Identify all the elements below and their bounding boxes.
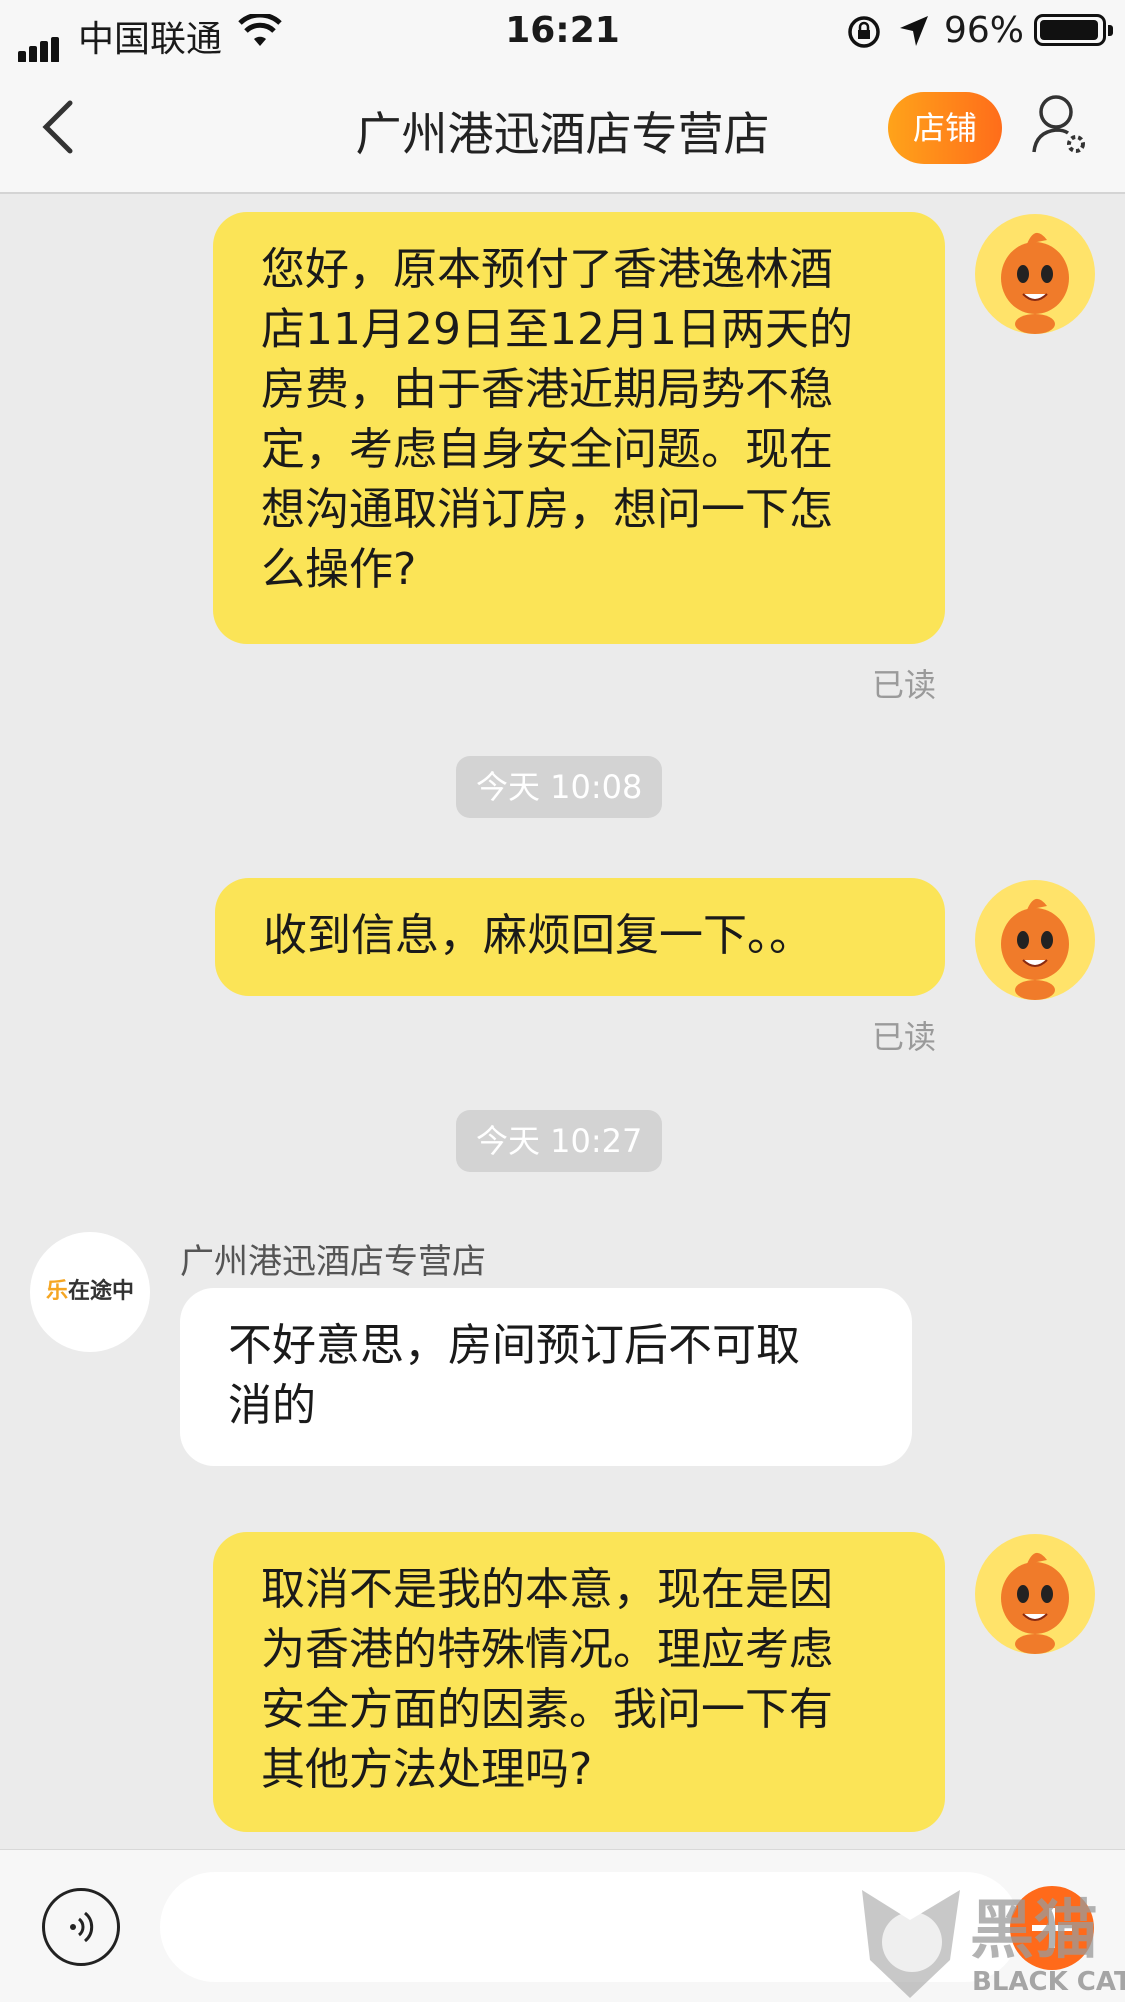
black-cat-watermark: 黑猫 BLACK CAT <box>862 1890 1125 1998</box>
timestamp-badge: 今天 10:08 <box>456 756 663 818</box>
read-status: 已读 <box>872 666 937 704</box>
mascot-icon <box>1001 1552 1069 1654</box>
nav-bar: 广州港迅酒店专营店 店铺 <box>0 62 1125 194</box>
mascot-icon <box>1001 232 1069 334</box>
battery-icon <box>1034 14 1113 46</box>
voice-wave-icon <box>70 1911 94 1943</box>
read-status: 已读 <box>872 1018 937 1056</box>
watermark-text: 黑猫 <box>970 1894 1098 1968</box>
battery-percent: 96% <box>944 10 1025 51</box>
shop-avatar[interactable]: 乐在途中 <box>30 1232 150 1352</box>
shop-button[interactable]: 店铺 <box>888 92 1002 164</box>
location-arrow-icon <box>900 16 928 46</box>
user-avatar[interactable] <box>975 1534 1095 1654</box>
user-settings-icon[interactable] <box>1030 92 1090 158</box>
message-bubble-outgoing[interactable]: 取消不是我的本意，现在是因 为香港的特殊情况。理应考虑 安全方面的因素。我问一下… <box>213 1532 945 1832</box>
voice-input-button[interactable] <box>42 1888 120 1966</box>
message-bubble-incoming[interactable]: 不好意思，房间预订后不可取 消的 <box>180 1288 912 1466</box>
chat-area[interactable]: 您好，原本预付了香港逸林酒 店11月29日至12月1日两天的 房费，由于香港近期… <box>0 194 1125 1849</box>
user-avatar[interactable] <box>975 880 1095 1000</box>
mascot-icon <box>1001 898 1069 1000</box>
message-bubble-outgoing[interactable]: 您好，原本预付了香港逸林酒 店11月29日至12月1日两天的 房费，由于香港近期… <box>213 212 945 644</box>
orientation-lock-icon <box>848 16 880 48</box>
status-bar: 中国联通 16:21 96% <box>0 0 1125 63</box>
timestamp-badge: 今天 10:27 <box>456 1110 663 1172</box>
sender-name: 广州港迅酒店专营店 <box>180 1242 486 1282</box>
user-avatar[interactable] <box>975 214 1095 334</box>
watermark-subtext: BLACK CAT <box>972 1967 1125 1997</box>
message-bubble-outgoing[interactable]: 收到信息，麻烦回复一下。。 <box>215 878 945 996</box>
